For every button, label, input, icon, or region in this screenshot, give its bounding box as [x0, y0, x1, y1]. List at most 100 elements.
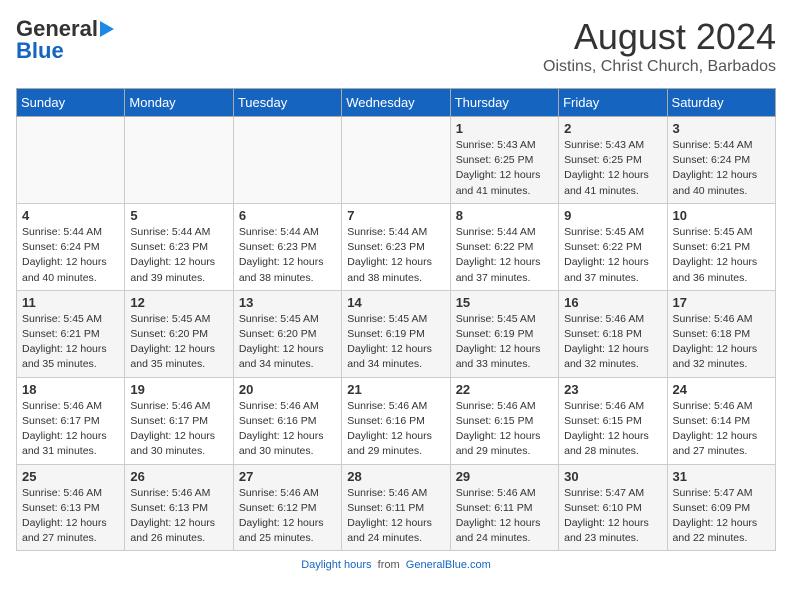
day-number: 24 — [673, 382, 770, 397]
day-number: 7 — [347, 208, 444, 223]
day-info: Sunrise: 5:44 AM Sunset: 6:24 PM Dayligh… — [22, 225, 119, 286]
day-info: Sunrise: 5:46 AM Sunset: 6:11 PM Dayligh… — [347, 486, 444, 547]
calendar-cell: 22 Sunrise: 5:46 AM Sunset: 6:15 PM Dayli… — [450, 377, 558, 464]
logo: General Blue — [16, 16, 120, 64]
day-number: 25 — [22, 469, 119, 484]
day-number: 17 — [673, 295, 770, 310]
calendar-cell: 19Sunrise: 5:46 AM Sunset: 6:17 PM Dayli… — [125, 377, 233, 464]
day-number: 20 — [239, 382, 336, 397]
calendar-cell: 6 Sunrise: 5:44 AM Sunset: 6:23 PM Daylig… — [233, 203, 341, 290]
day-info: Sunrise: 5:44 AM Sunset: 6:23 PM Dayligh… — [239, 225, 336, 286]
day-info: Sunrise: 5:46 AM Sunset: 6:11 PM Dayligh… — [456, 486, 553, 547]
calendar-cell: 25 Sunrise: 5:46 AM Sunset: 6:13 PM Dayli… — [17, 464, 125, 551]
day-number: 22 — [456, 382, 553, 397]
footer-label: Daylight hours — [301, 559, 371, 571]
calendar-cell: 23Sunrise: 5:46 AM Sunset: 6:15 PM Dayli… — [559, 377, 667, 464]
footer-note: Daylight hours from GeneralBlue.com — [16, 559, 776, 571]
day-number: 2 — [564, 121, 661, 136]
location-title: Oistins, Christ Church, Barbados — [543, 58, 776, 76]
weekday-header: Saturday — [667, 89, 775, 117]
day-info: Sunrise: 5:45 AM Sunset: 6:20 PM Dayligh… — [239, 312, 336, 373]
day-number: 21 — [347, 382, 444, 397]
calendar-cell: 18Sunrise: 5:46 AM Sunset: 6:17 PM Dayli… — [17, 377, 125, 464]
calendar-cell: 8Sunrise: 5:44 AM Sunset: 6:22 PM Daylig… — [450, 203, 558, 290]
day-number: 9 — [564, 208, 661, 223]
calendar-cell: 16Sunrise: 5:46 AM Sunset: 6:18 PM Dayli… — [559, 290, 667, 377]
calendar-cell: 13 Sunrise: 5:45 AM Sunset: 6:20 PM Dayli… — [233, 290, 341, 377]
calendar-cell: 5Sunrise: 5:44 AM Sunset: 6:23 PM Daylig… — [125, 203, 233, 290]
calendar-week-row: 4 Sunrise: 5:44 AM Sunset: 6:24 PM Daylig… — [17, 203, 776, 290]
day-number: 12 — [130, 295, 227, 310]
calendar-cell: 27Sunrise: 5:46 AM Sunset: 6:12 PM Dayli… — [233, 464, 341, 551]
day-info: Sunrise: 5:45 AM Sunset: 6:21 PM Dayligh… — [673, 225, 770, 286]
calendar-cell: 28 Sunrise: 5:46 AM Sunset: 6:11 PM Dayli… — [342, 464, 450, 551]
day-info: Sunrise: 5:44 AM Sunset: 6:22 PM Dayligh… — [456, 225, 553, 286]
day-info: Sunrise: 5:43 AM Sunset: 6:25 PM Dayligh… — [564, 138, 661, 199]
calendar-cell: 9 Sunrise: 5:45 AM Sunset: 6:22 PM Daylig… — [559, 203, 667, 290]
calendar-cell: 31 Sunrise: 5:47 AM Sunset: 6:09 PM Dayli… — [667, 464, 775, 551]
day-info: Sunrise: 5:47 AM Sunset: 6:10 PM Dayligh… — [564, 486, 661, 547]
calendar-week-row: 1 Sunrise: 5:43 AM Sunset: 6:25 PM Daylig… — [17, 117, 776, 204]
day-info: Sunrise: 5:45 AM Sunset: 6:22 PM Dayligh… — [564, 225, 661, 286]
footer-source: GeneralBlue.com — [406, 559, 491, 571]
calendar-week-row: 25 Sunrise: 5:46 AM Sunset: 6:13 PM Dayli… — [17, 464, 776, 551]
calendar-cell: 30 Sunrise: 5:47 AM Sunset: 6:10 PM Dayli… — [559, 464, 667, 551]
day-info: Sunrise: 5:45 AM Sunset: 6:21 PM Dayligh… — [22, 312, 119, 373]
day-info: Sunrise: 5:46 AM Sunset: 6:14 PM Dayligh… — [673, 399, 770, 460]
day-number: 27 — [239, 469, 336, 484]
day-info: Sunrise: 5:46 AM Sunset: 6:17 PM Dayligh… — [22, 399, 119, 460]
day-number: 1 — [456, 121, 553, 136]
calendar-cell: 29 Sunrise: 5:46 AM Sunset: 6:11 PM Dayli… — [450, 464, 558, 551]
weekday-header: Monday — [125, 89, 233, 117]
calendar-cell — [342, 117, 450, 204]
day-info: Sunrise: 5:46 AM Sunset: 6:13 PM Dayligh… — [22, 486, 119, 547]
day-number: 11 — [22, 295, 119, 310]
calendar-week-row: 11 Sunrise: 5:45 AM Sunset: 6:21 PM Dayli… — [17, 290, 776, 377]
calendar-cell: 21Sunrise: 5:46 AM Sunset: 6:16 PM Dayli… — [342, 377, 450, 464]
calendar-cell — [17, 117, 125, 204]
month-title: August 2024 — [543, 16, 776, 58]
calendar-cell: 2 Sunrise: 5:43 AM Sunset: 6:25 PM Daylig… — [559, 117, 667, 204]
day-number: 13 — [239, 295, 336, 310]
calendar-cell: 26Sunrise: 5:46 AM Sunset: 6:13 PM Dayli… — [125, 464, 233, 551]
day-number: 4 — [22, 208, 119, 223]
day-info: Sunrise: 5:44 AM Sunset: 6:23 PM Dayligh… — [347, 225, 444, 286]
day-number: 19 — [130, 382, 227, 397]
day-number: 30 — [564, 469, 661, 484]
weekday-header: Friday — [559, 89, 667, 117]
day-info: Sunrise: 5:46 AM Sunset: 6:18 PM Dayligh… — [673, 312, 770, 373]
day-info: Sunrise: 5:44 AM Sunset: 6:23 PM Dayligh… — [130, 225, 227, 286]
day-info: Sunrise: 5:46 AM Sunset: 6:16 PM Dayligh… — [239, 399, 336, 460]
day-number: 6 — [239, 208, 336, 223]
day-number: 10 — [673, 208, 770, 223]
page-header: General Blue August 2024 Oistins, Christ… — [16, 16, 776, 76]
day-info: Sunrise: 5:45 AM Sunset: 6:19 PM Dayligh… — [347, 312, 444, 373]
calendar-cell: 11 Sunrise: 5:45 AM Sunset: 6:21 PM Dayli… — [17, 290, 125, 377]
weekday-header: Tuesday — [233, 89, 341, 117]
calendar-cell: 10 Sunrise: 5:45 AM Sunset: 6:21 PM Dayli… — [667, 203, 775, 290]
day-info: Sunrise: 5:46 AM Sunset: 6:18 PM Dayligh… — [564, 312, 661, 373]
weekday-header: Wednesday — [342, 89, 450, 117]
day-number: 28 — [347, 469, 444, 484]
day-number: 14 — [347, 295, 444, 310]
calendar-cell: 4 Sunrise: 5:44 AM Sunset: 6:24 PM Daylig… — [17, 203, 125, 290]
calendar-cell: 24 Sunrise: 5:46 AM Sunset: 6:14 PM Dayli… — [667, 377, 775, 464]
calendar-cell: 15Sunrise: 5:45 AM Sunset: 6:19 PM Dayli… — [450, 290, 558, 377]
day-number: 31 — [673, 469, 770, 484]
title-area: August 2024 Oistins, Christ Church, Barb… — [543, 16, 776, 76]
calendar-cell: 1Sunrise: 5:43 AM Sunset: 6:25 PM Daylig… — [450, 117, 558, 204]
day-info: Sunrise: 5:45 AM Sunset: 6:19 PM Dayligh… — [456, 312, 553, 373]
weekday-header: Sunday — [17, 89, 125, 117]
logo-blue-text: Blue — [16, 38, 64, 64]
calendar-header: SundayMondayTuesdayWednesdayThursdayFrid… — [17, 89, 776, 117]
day-info: Sunrise: 5:45 AM Sunset: 6:20 PM Dayligh… — [130, 312, 227, 373]
day-number: 23 — [564, 382, 661, 397]
day-info: Sunrise: 5:46 AM Sunset: 6:15 PM Dayligh… — [456, 399, 553, 460]
calendar-cell: 12 Sunrise: 5:45 AM Sunset: 6:20 PM Dayli… — [125, 290, 233, 377]
day-number: 29 — [456, 469, 553, 484]
calendar-cell: 17 Sunrise: 5:46 AM Sunset: 6:18 PM Dayli… — [667, 290, 775, 377]
calendar-cell: 20 Sunrise: 5:46 AM Sunset: 6:16 PM Dayli… — [233, 377, 341, 464]
day-info: Sunrise: 5:47 AM Sunset: 6:09 PM Dayligh… — [673, 486, 770, 547]
calendar-week-row: 18Sunrise: 5:46 AM Sunset: 6:17 PM Dayli… — [17, 377, 776, 464]
day-number: 26 — [130, 469, 227, 484]
